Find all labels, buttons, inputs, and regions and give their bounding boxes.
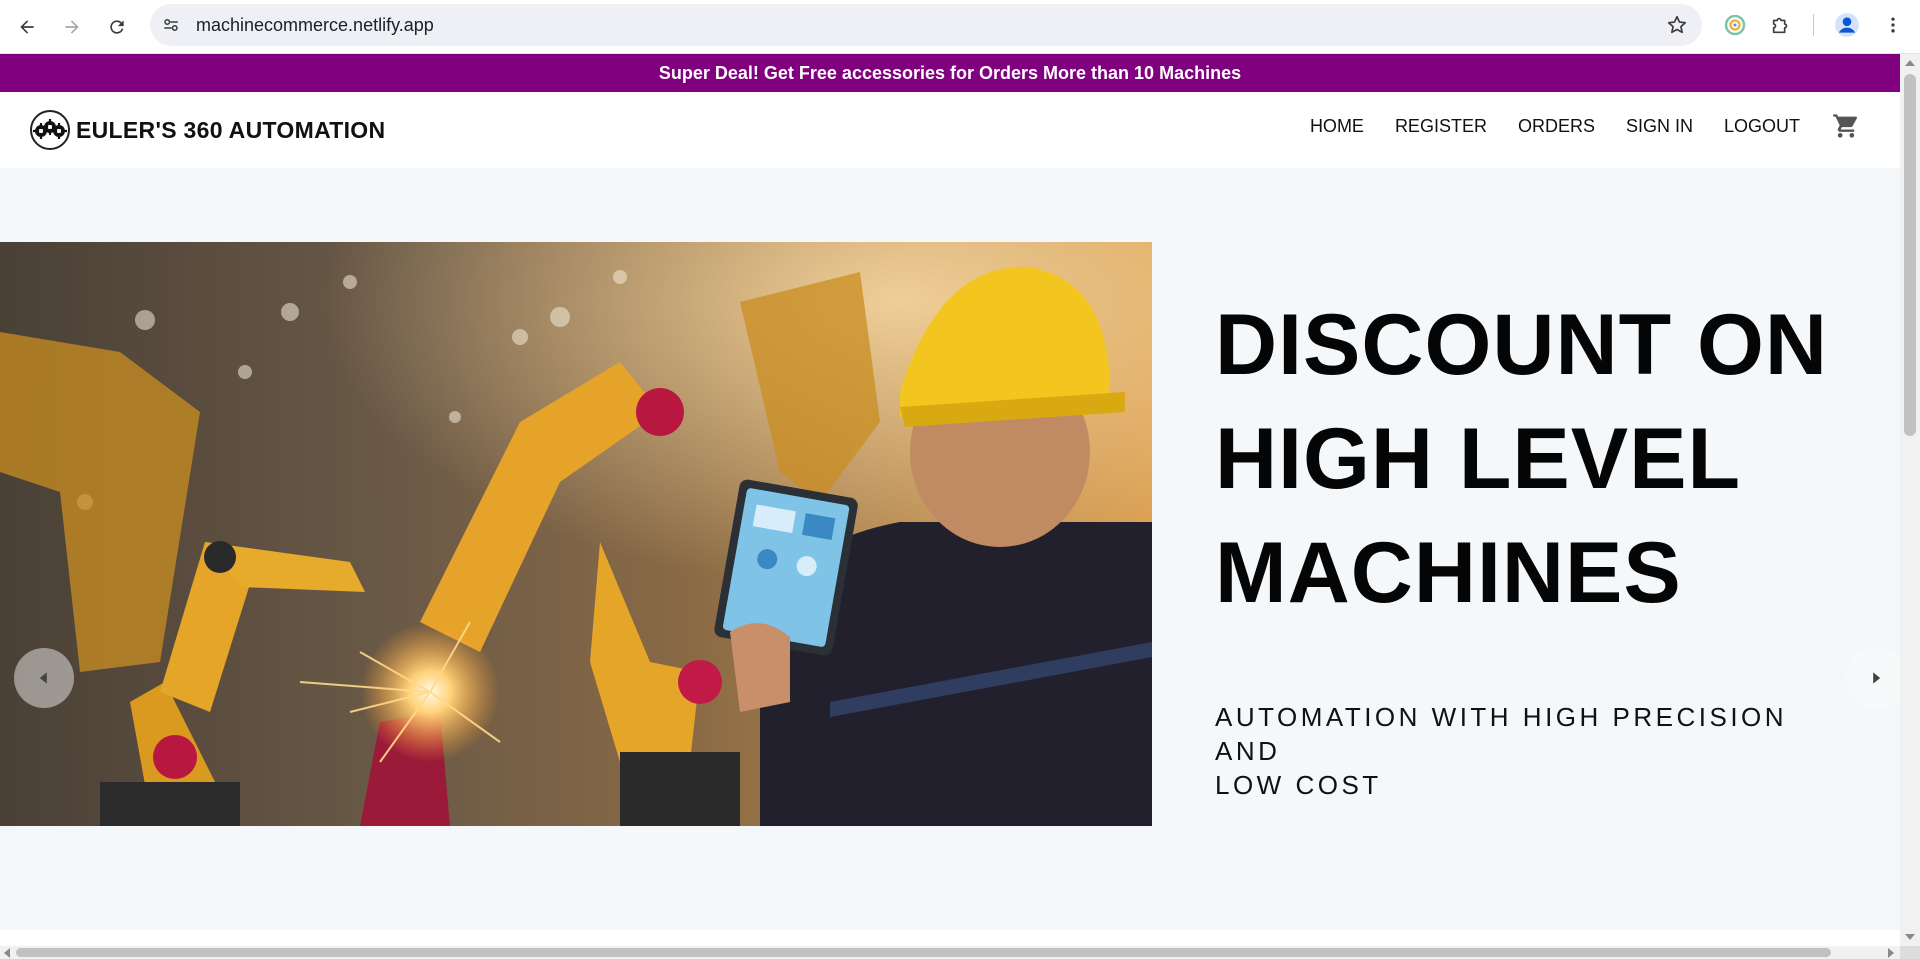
brand-logo[interactable]: EULER'S 360 AUTOMATION [30,110,385,150]
arrow-left-icon [20,20,34,34]
address-bar[interactable]: machinecommerce.netlify.app [150,4,1702,46]
scroll-up-icon[interactable] [1905,60,1915,66]
carousel-next-button[interactable] [1846,648,1900,708]
site-header: EULER'S 360 AUTOMATION HOME REGISTER ORD… [0,92,1900,168]
hero-carousel: DISCOUNT ON HIGH LEVEL MACHINES AUTOMATI… [0,168,1900,930]
arrow-right-icon [65,20,79,34]
nav-logout[interactable]: LOGOUT [1724,116,1800,137]
google-lens-icon[interactable] [1722,12,1748,38]
caret-left-icon [39,672,47,684]
carousel-prev-button[interactable] [14,648,74,708]
brand-name: EULER'S 360 AUTOMATION [76,116,386,143]
main-nav: HOME REGISTER ORDERS SIGN IN LOGOUT [1279,112,1860,140]
hero-subtitle-line: LOW COST [1215,770,1382,800]
toolbar-divider [1813,14,1814,36]
promo-text: Super Deal! Get Free accessories for Ord… [658,62,1242,83]
reload-button[interactable] [99,9,135,45]
hero-text: DISCOUNT ON HIGH LEVEL MACHINES AUTOMATI… [1215,288,1855,802]
url-text[interactable]: machinecommerce.netlify.app [196,15,434,36]
hero-subtitle: AUTOMATION WITH HIGH PRECISION AND LOW C… [1215,700,1855,802]
next-section [0,930,1900,946]
tune-icon[interactable] [160,14,182,36]
reload-icon [110,20,124,34]
scroll-left-icon[interactable] [4,948,10,958]
avatar-icon[interactable] [1834,12,1860,38]
scroll-right-icon[interactable] [1888,948,1894,958]
kebab-menu-icon[interactable] [1880,12,1906,38]
hero-title-line: MACHINES [1215,525,1682,621]
vertical-scroll-thumb[interactable] [1904,74,1916,436]
caret-right-icon [1873,672,1881,684]
horizontal-scrollbar[interactable] [0,946,1900,959]
page-viewport: Super Deal! Get Free accessories for Ord… [0,54,1900,946]
hero-subtitle-line: AUTOMATION WITH HIGH PRECISION AND [1215,702,1788,766]
nav-orders[interactable]: ORDERS [1518,116,1595,137]
promo-banner: Super Deal! Get Free accessories for Ord… [0,54,1900,92]
hero-title-line: HIGH LEVEL [1215,411,1742,507]
browser-toolbar: machinecommerce.netlify.app [0,0,1920,54]
vertical-scrollbar[interactable] [1900,54,1920,946]
back-button[interactable] [9,9,45,45]
nav-sign-in[interactable]: SIGN IN [1626,116,1693,137]
nav-home[interactable]: HOME [1310,116,1364,137]
hero-title-line: DISCOUNT ON [1215,297,1828,393]
scrollbar-corner [1900,946,1920,959]
scroll-down-icon[interactable] [1905,934,1915,940]
nav-register[interactable]: REGISTER [1395,116,1487,137]
hero-image [0,242,1152,826]
forward-button[interactable] [54,9,90,45]
star-icon[interactable] [1666,14,1688,36]
horizontal-scroll-thumb[interactable] [16,948,1831,957]
puzzle-icon[interactable] [1768,12,1794,38]
shopping-cart-icon[interactable] [1832,112,1860,140]
hero-title: DISCOUNT ON HIGH LEVEL MACHINES [1215,288,1855,630]
gears-logo-icon [30,110,70,150]
